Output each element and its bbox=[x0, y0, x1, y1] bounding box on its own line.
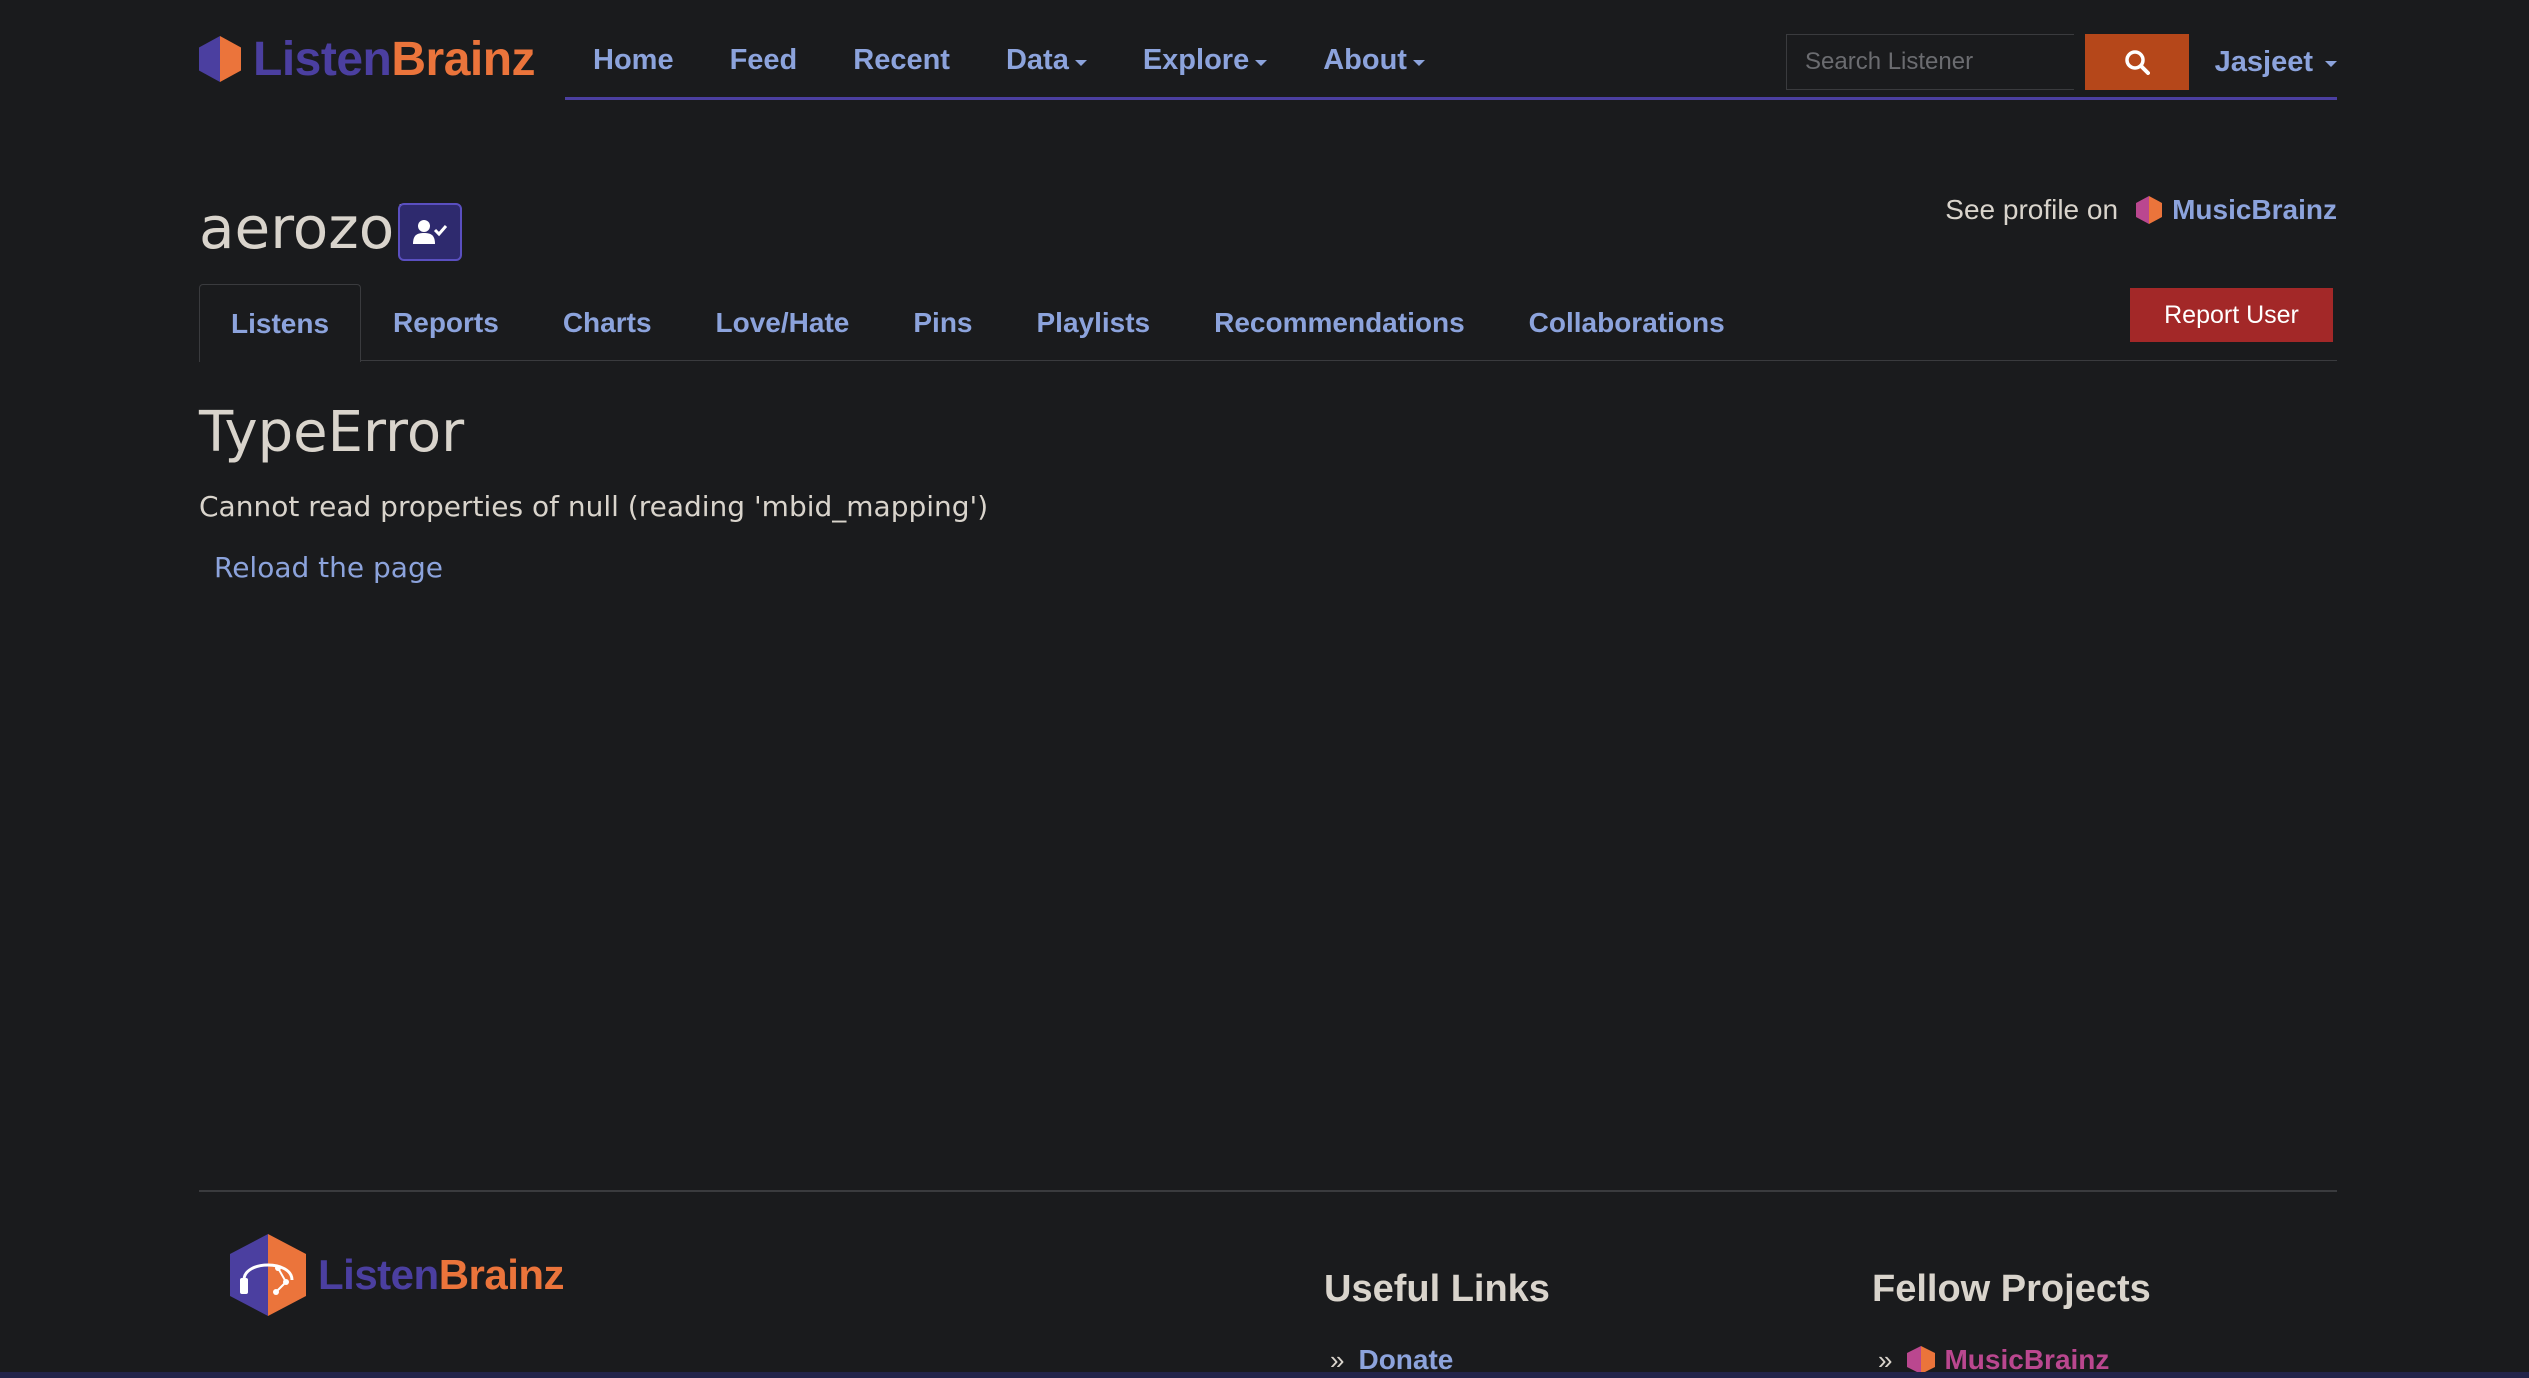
user-check-icon bbox=[413, 220, 447, 244]
musicbrainz-profile: See profile on MusicBrainz bbox=[1945, 190, 2337, 230]
tab-pins[interactable]: Pins bbox=[881, 284, 1004, 361]
footer-brand-logo: ListenBrainz bbox=[230, 1234, 565, 1316]
search-listener-input[interactable] bbox=[1786, 34, 2074, 90]
tab-charts[interactable]: Charts bbox=[531, 284, 684, 361]
tab-playlists[interactable]: Playlists bbox=[1005, 284, 1183, 361]
musicbrainz-logo-icon bbox=[1907, 1346, 1936, 1374]
nav-home[interactable]: Home bbox=[565, 44, 702, 77]
search-icon bbox=[2125, 50, 2150, 75]
user-name: Jasjeet bbox=[2214, 45, 2313, 78]
search-form bbox=[1786, 34, 2189, 90]
musicbrainz-logo-icon bbox=[2136, 196, 2163, 224]
nav-about-dropdown[interactable]: About bbox=[1295, 44, 1453, 77]
nav-explore-dropdown[interactable]: Explore bbox=[1115, 44, 1295, 77]
footer-divider bbox=[199, 1190, 2337, 1192]
search-button[interactable] bbox=[2085, 34, 2189, 90]
top-navbar: ListenBrainz Home Feed Recent Data Explo… bbox=[199, 24, 2337, 100]
footer-brand-name: ListenBrainz bbox=[318, 1251, 565, 1298]
fellow-projects-heading: Fellow Projects bbox=[1872, 1268, 2151, 1310]
caret-down-icon bbox=[1412, 59, 1425, 66]
caret-down-icon bbox=[1074, 59, 1087, 66]
tab-love-hate[interactable]: Love/Hate bbox=[684, 284, 882, 361]
nav-links: Home Feed Recent Data Explore About bbox=[565, 24, 1453, 97]
brand-name: ListenBrainz bbox=[253, 32, 536, 86]
double-chevron-right-icon: » bbox=[1330, 1344, 1345, 1375]
reload-page-link[interactable]: Reload the page bbox=[214, 551, 443, 584]
listenbrainz-headphones-logo-icon bbox=[230, 1234, 306, 1316]
user-menu-dropdown[interactable]: Jasjeet bbox=[2215, 34, 2337, 90]
profile-tabs: Listens Reports Charts Love/Hate Pins Pl… bbox=[199, 284, 2337, 362]
tab-reports[interactable]: Reports bbox=[361, 284, 531, 361]
see-profile-label: See profile on bbox=[1945, 194, 2119, 225]
error-title: TypeError bbox=[199, 400, 465, 465]
tab-recommendations[interactable]: Recommendations bbox=[1182, 284, 1497, 361]
tab-collaborations[interactable]: Collaborations bbox=[1497, 284, 1757, 361]
brand-logo-link[interactable]: ListenBrainz bbox=[199, 32, 536, 86]
nav-underline bbox=[565, 97, 2337, 100]
caret-down-icon bbox=[1255, 59, 1268, 66]
caret-down-icon bbox=[2325, 61, 2337, 67]
report-user-button[interactable]: Report User bbox=[2130, 288, 2333, 342]
nav-data-dropdown[interactable]: Data bbox=[978, 44, 1115, 77]
nav-feed[interactable]: Feed bbox=[702, 44, 826, 77]
musicbrainz-profile-link[interactable]: MusicBrainz bbox=[2136, 194, 2337, 226]
listenbrainz-logo-icon bbox=[199, 36, 241, 82]
bottom-strip bbox=[0, 1372, 2529, 1378]
error-message: Cannot read properties of null (reading … bbox=[199, 490, 989, 523]
page: ListenBrainz Home Feed Recent Data Explo… bbox=[0, 0, 2529, 1378]
nav-recent[interactable]: Recent bbox=[825, 44, 978, 77]
follow-user-button[interactable] bbox=[398, 203, 462, 261]
profile-username: aerozol bbox=[199, 194, 411, 262]
useful-links-heading: Useful Links bbox=[1324, 1268, 1550, 1310]
double-chevron-right-icon: » bbox=[1878, 1344, 1893, 1375]
tab-listens[interactable]: Listens bbox=[199, 284, 362, 362]
